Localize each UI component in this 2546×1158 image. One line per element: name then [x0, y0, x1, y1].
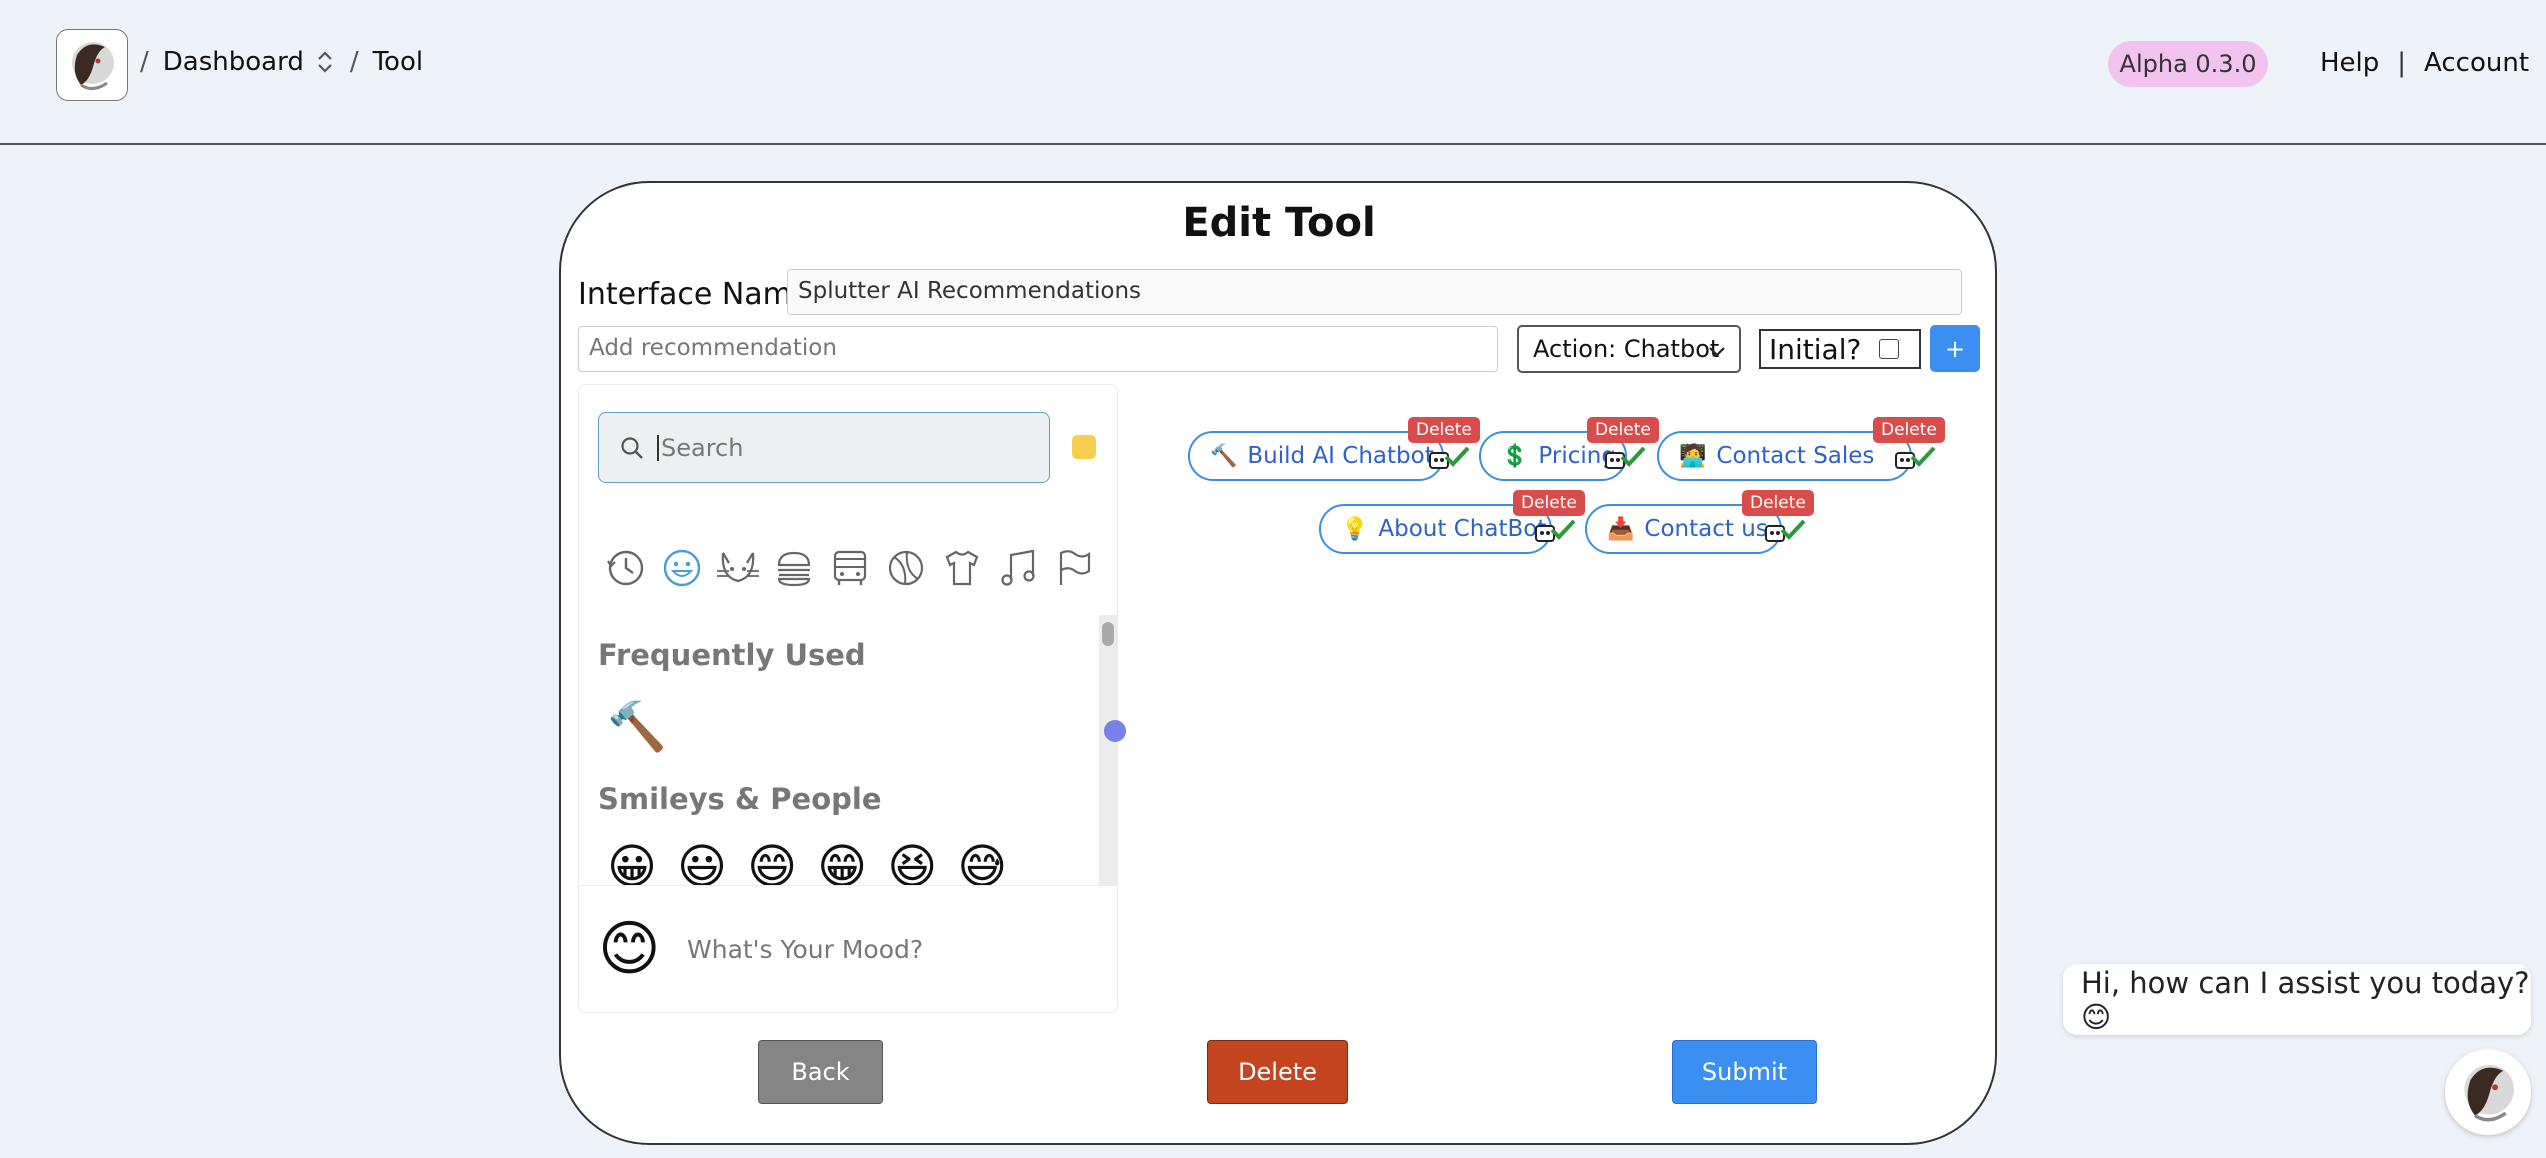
check-icon: [1910, 446, 1936, 467]
check-icon: [1620, 446, 1646, 467]
initial-checkbox[interactable]: [1879, 339, 1900, 359]
switcher-chevron-icon[interactable]: [314, 48, 336, 76]
chip-emoji: 📥: [1607, 516, 1635, 542]
chip-emoji: 🧑‍💻: [1679, 443, 1707, 469]
search-icon: [621, 436, 643, 459]
recommendation-chip[interactable]: 🧑‍💻 Contact Sales Delete: [1657, 417, 1945, 481]
objects-icon[interactable]: [934, 542, 990, 594]
activities-icon[interactable]: [878, 542, 934, 594]
initial-toggle: Initial?: [1759, 329, 1921, 369]
preview-text: What's Your Mood?: [687, 935, 924, 964]
chat-greeting-bubble[interactable]: Hi, how can I assist you today? 😊: [2063, 964, 2531, 1035]
breadcrumb-dashboard[interactable]: Dashboard: [163, 47, 304, 77]
resize-handle[interactable]: [1104, 720, 1126, 742]
frequently-used-heading: Frequently Used: [598, 638, 866, 672]
interface-name-label: Interface Name:: [578, 277, 821, 312]
chip-emoji: 💡: [1341, 516, 1369, 542]
version-badge: Alpha 0.3.0: [2108, 41, 2268, 87]
animals-icon[interactable]: [710, 542, 766, 594]
chat-launcher-button[interactable]: [2445, 1049, 2531, 1135]
breadcrumb: / Dashboard / Tool: [140, 47, 423, 77]
food-icon[interactable]: [766, 542, 822, 594]
robot-face-icon: [2464, 1064, 2514, 1122]
interface-name-input[interactable]: Splutter AI Recommendations: [787, 269, 1962, 315]
nav-separator: |: [2397, 48, 2407, 78]
recommendation-chip[interactable]: 🔨 Build AI Chatbot Delete: [1188, 417, 1480, 481]
emoji-category-bar: [598, 542, 1102, 594]
smileys-icon[interactable]: [654, 542, 710, 594]
skin-tone-button[interactable]: [1072, 435, 1096, 459]
preview-emoji: 😊: [598, 914, 661, 984]
back-button[interactable]: Back: [758, 1040, 883, 1104]
smileys-heading: Smileys & People: [598, 782, 882, 816]
emoji-search-input[interactable]: Search: [598, 412, 1050, 483]
home-logo[interactable]: [56, 29, 128, 101]
delete-tag[interactable]: Delete: [1742, 490, 1814, 516]
chip-label: Build AI Chatbot: [1247, 443, 1434, 469]
recommendation-chip[interactable]: 📥 Contact us Delete: [1585, 490, 1814, 554]
robot-face-icon: [72, 42, 114, 90]
travel-icon[interactable]: [822, 542, 878, 594]
delete-tag[interactable]: Delete: [1873, 417, 1945, 443]
add-recommendation-input[interactable]: Add recommendation: [578, 326, 1498, 372]
account-link[interactable]: Account: [2424, 48, 2529, 78]
emoji-hammer[interactable]: 🔨: [607, 698, 667, 755]
delete-tag[interactable]: Delete: [1408, 417, 1480, 443]
chevron-down-icon: [1709, 347, 1725, 357]
submit-button[interactable]: Submit: [1672, 1040, 1817, 1104]
recommendation-chip[interactable]: 💡 About ChatBot Delete: [1319, 490, 1585, 554]
symbols-icon[interactable]: [990, 542, 1046, 594]
text-caret: [657, 434, 659, 461]
check-icon: [1780, 519, 1806, 540]
action-select[interactable]: Action: Chatbot: [1517, 325, 1741, 373]
check-icon: [1444, 446, 1470, 467]
chip-emoji: 🔨: [1210, 443, 1238, 469]
emoji-preview: 😊 What's Your Mood?: [579, 885, 1117, 1012]
recommendation-chip[interactable]: 💲 Pricing Delete: [1479, 417, 1659, 481]
recent-icon[interactable]: [598, 542, 654, 594]
action-select-value: Action: Chatbot: [1533, 335, 1720, 363]
emoji-picker: Search Frequently Used 🔨 Smileys & Peopl…: [578, 384, 1118, 1013]
top-bar: / Dashboard / Tool Alpha 0.3.0 Help | Ac…: [0, 0, 2546, 145]
breadcrumb-separator: /: [140, 47, 149, 77]
delete-tag[interactable]: Delete: [1587, 417, 1659, 443]
breadcrumb-tool[interactable]: Tool: [373, 47, 424, 77]
breadcrumb-separator: /: [349, 47, 359, 77]
initial-label: Initial?: [1769, 332, 1862, 366]
flags-icon[interactable]: [1046, 542, 1102, 594]
emoji-scrollbar-thumb[interactable]: [1102, 622, 1114, 646]
chip-label: Contact Sales: [1716, 443, 1875, 469]
emoji-search-placeholder: Search: [661, 433, 744, 462]
add-recommendation-button[interactable]: +: [1930, 325, 1980, 372]
chip-emoji: 💲: [1501, 443, 1529, 469]
chip-label: Contact us: [1644, 516, 1768, 542]
emoji-scrollbar[interactable]: [1099, 615, 1117, 885]
chip-label: About ChatBot: [1378, 516, 1547, 542]
check-icon: [1550, 519, 1576, 540]
top-nav: Help | Account: [2320, 48, 2529, 78]
help-link[interactable]: Help: [2320, 48, 2379, 78]
delete-tag[interactable]: Delete: [1513, 490, 1585, 516]
delete-button[interactable]: Delete: [1207, 1040, 1348, 1104]
page-title: Edit Tool: [1182, 200, 1376, 246]
